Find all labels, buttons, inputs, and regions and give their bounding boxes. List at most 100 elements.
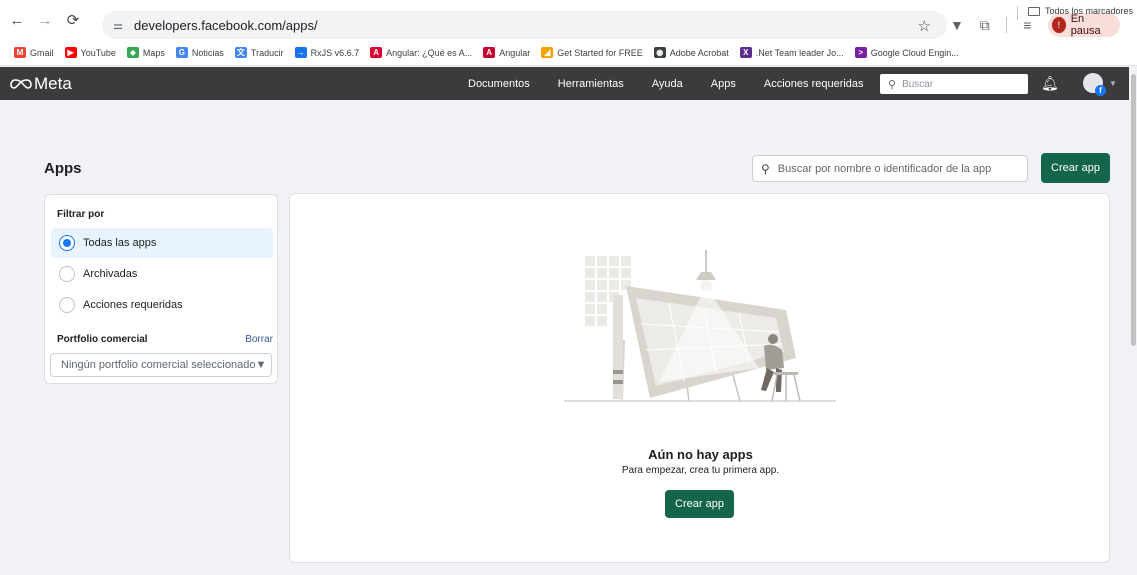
bookmark-item[interactable]: G Noticias bbox=[175, 47, 224, 58]
top-nav-links: Documentos Herramientas Ayuda Apps Acciones … bbox=[468, 67, 892, 100]
portfolio-selected-value: Ningún portfolio comercial seleccionado bbox=[61, 359, 256, 371]
address-bar[interactable]: ⚌ developers.facebook.com/apps/ ☆ bbox=[102, 11, 947, 39]
bookmark-favicon-icon: G bbox=[175, 47, 188, 58]
bookmark-favicon-icon: → bbox=[294, 47, 307, 58]
meta-logo-text: Meta bbox=[34, 73, 72, 93]
filter-title: Filtrar por bbox=[57, 209, 105, 220]
all-bookmarks-label: Todos los marcadores bbox=[1044, 6, 1133, 16]
radio-button[interactable] bbox=[59, 266, 75, 282]
caret-down-icon: ▼ bbox=[255, 359, 267, 371]
extensions-puzzle-icon[interactable]: ⧉ bbox=[978, 17, 992, 34]
bookmark-favicon-icon: ⬥ bbox=[126, 47, 139, 58]
page-title: Apps bbox=[44, 160, 82, 177]
filter-panel: Filtrar por Todas las apps Archivadas Acci… bbox=[44, 194, 278, 384]
filter-option-label: Acciones requeridas bbox=[83, 299, 183, 311]
nav-link-ayuda[interactable]: Ayuda bbox=[652, 78, 683, 90]
filter-option[interactable]: Todas las apps bbox=[51, 228, 273, 258]
page-scrollbar-thumb[interactable] bbox=[1131, 74, 1136, 346]
notifications-bell-icon[interactable]: 🔔︎ bbox=[1041, 75, 1059, 92]
bookmark-label: Get Started for FREE bbox=[557, 47, 643, 58]
top-search-input[interactable] bbox=[902, 78, 1013, 90]
bookmark-item[interactable]: A Angular: ¿Qué es A... bbox=[370, 47, 472, 58]
radio-dot bbox=[63, 239, 71, 247]
bookmark-favicon-icon: A bbox=[483, 47, 496, 58]
profile-warning-icon: ! bbox=[1052, 17, 1066, 33]
bookmark-star-icon[interactable]: ☆ bbox=[918, 17, 931, 35]
back-icon[interactable]: ← bbox=[6, 9, 28, 31]
meta-infinity-icon bbox=[10, 78, 32, 89]
meta-navbar: Meta Documentos Herramientas Ayuda Apps Acci… bbox=[0, 67, 1137, 100]
radio-button[interactable] bbox=[59, 235, 75, 251]
bookmark-item[interactable]: A Angular bbox=[483, 47, 530, 58]
bookmark-item[interactable]: 文 Traducir bbox=[234, 47, 284, 58]
bookmark-label: YouTube bbox=[80, 47, 116, 58]
site-info-icon[interactable]: ⚌ bbox=[110, 17, 126, 33]
portfolio-clear-link[interactable]: Borrar bbox=[245, 334, 273, 345]
bookmark-favicon-icon: ▶ bbox=[64, 47, 77, 58]
nav-link-herramientas[interactable]: Herramientas bbox=[558, 78, 624, 90]
bookmark-label: Angular: ¿Qué es A... bbox=[386, 47, 473, 58]
app-search[interactable]: ⚲ bbox=[752, 155, 1028, 182]
empty-state-subtitle: Para empezar, crea tu primera app. bbox=[621, 465, 780, 476]
filter-option[interactable]: Acciones requeridas bbox=[51, 290, 273, 320]
filter-option-label: Todas las apps bbox=[83, 237, 157, 249]
bookmark-label: Google Cloud Engin... bbox=[870, 47, 959, 58]
meta-logo[interactable]: Meta bbox=[10, 74, 72, 94]
top-search[interactable]: ⚲ bbox=[880, 74, 1028, 94]
nav-link-apps[interactable]: Apps bbox=[711, 78, 736, 90]
bookmarks-bar: M Gmail ▶ YouTube ⬥ Maps G Noticias 文 Traducir → Rx… bbox=[0, 40, 1137, 66]
reload-icon[interactable]: ⟳ bbox=[62, 9, 84, 31]
bookmark-label: Angular bbox=[499, 47, 531, 58]
search-icon: ⚲ bbox=[761, 161, 770, 176]
nav-link-documentos[interactable]: Documentos bbox=[468, 78, 530, 90]
extension-funnel-icon[interactable]: ▼ bbox=[950, 17, 964, 33]
bookmark-favicon-icon: M bbox=[14, 47, 26, 58]
bookmark-label: .Net Team leader Jo... bbox=[755, 47, 844, 58]
bookmark-favicon-icon: X bbox=[739, 47, 752, 58]
bookmark-label: Adobe Acrobat bbox=[669, 47, 729, 58]
bookmark-favicon-icon: ◢ bbox=[541, 47, 554, 58]
bookmark-label: Maps bbox=[142, 47, 165, 58]
bookmark-favicon-icon: > bbox=[854, 47, 867, 58]
bookmark-label: Gmail bbox=[30, 47, 54, 58]
bookmark-item[interactable]: ◉ Adobe Acrobat bbox=[653, 47, 729, 58]
bookmark-label: Traducir bbox=[250, 47, 284, 58]
bookmark-item[interactable]: ⬥ Maps bbox=[126, 47, 165, 58]
bookmark-favicon-icon: ◉ bbox=[653, 47, 666, 58]
folder-icon bbox=[1027, 6, 1040, 16]
filter-option[interactable]: Archivadas bbox=[51, 259, 273, 289]
create-first-app-button[interactable]: Crear app bbox=[665, 490, 734, 518]
bookmark-label: Noticias bbox=[191, 47, 224, 58]
bookmark-item[interactable]: ▶ YouTube bbox=[64, 47, 116, 58]
avatar: f bbox=[1083, 73, 1106, 96]
bookmark-item[interactable]: ◢ Get Started for FREE bbox=[541, 47, 643, 58]
create-app-button[interactable]: Crear app bbox=[1041, 153, 1110, 183]
browser-menu-icon[interactable]: ⋮ bbox=[1132, 16, 1137, 34]
nav-link-acciones-requeridas[interactable]: Acciones requeridas bbox=[764, 78, 864, 90]
all-bookmarks-button[interactable]: Todos los marcadores bbox=[1027, 6, 1133, 16]
bookmark-favicon-icon: A bbox=[370, 47, 383, 58]
reading-list-icon[interactable]: ≡ bbox=[1020, 17, 1034, 33]
url-text[interactable]: developers.facebook.com/apps/ bbox=[134, 18, 318, 33]
chevron-down-icon: ▼ bbox=[1109, 78, 1117, 88]
bookmark-favicon-icon: 文 bbox=[234, 47, 247, 58]
search-icon: ⚲ bbox=[888, 78, 897, 91]
empty-state-title: Aún no hay apps bbox=[648, 447, 753, 462]
portfolio-select[interactable]: Ningún portfolio comercial seleccionado … bbox=[50, 353, 272, 377]
bookmark-item[interactable]: → RxJS v6.6.7 bbox=[294, 47, 360, 58]
bookmark-label: RxJS v6.6.7 bbox=[310, 47, 360, 58]
forward-icon[interactable]: → bbox=[34, 9, 56, 31]
app-search-input[interactable] bbox=[777, 162, 1013, 175]
filter-option-label: Archivadas bbox=[83, 268, 138, 280]
apps-list-panel: Aún no hay apps Para empezar, crea tu pr… bbox=[289, 193, 1110, 563]
profile-paused-label: En pausa bbox=[1070, 13, 1101, 37]
portfolio-title: Portfolio comercial bbox=[57, 334, 148, 345]
radio-button[interactable] bbox=[59, 297, 75, 313]
account-menu[interactable]: f ▼ bbox=[1083, 73, 1117, 96]
empty-state-illustration bbox=[564, 250, 836, 402]
profile-paused-chip[interactable]: ! En pausa bbox=[1048, 13, 1120, 37]
bookmarks-divider bbox=[1017, 6, 1018, 20]
bookmark-item[interactable]: M Gmail bbox=[14, 47, 54, 58]
bookmark-item[interactable]: > Google Cloud Engin... bbox=[854, 47, 959, 58]
bookmark-item[interactable]: X .Net Team leader Jo... bbox=[739, 47, 844, 58]
